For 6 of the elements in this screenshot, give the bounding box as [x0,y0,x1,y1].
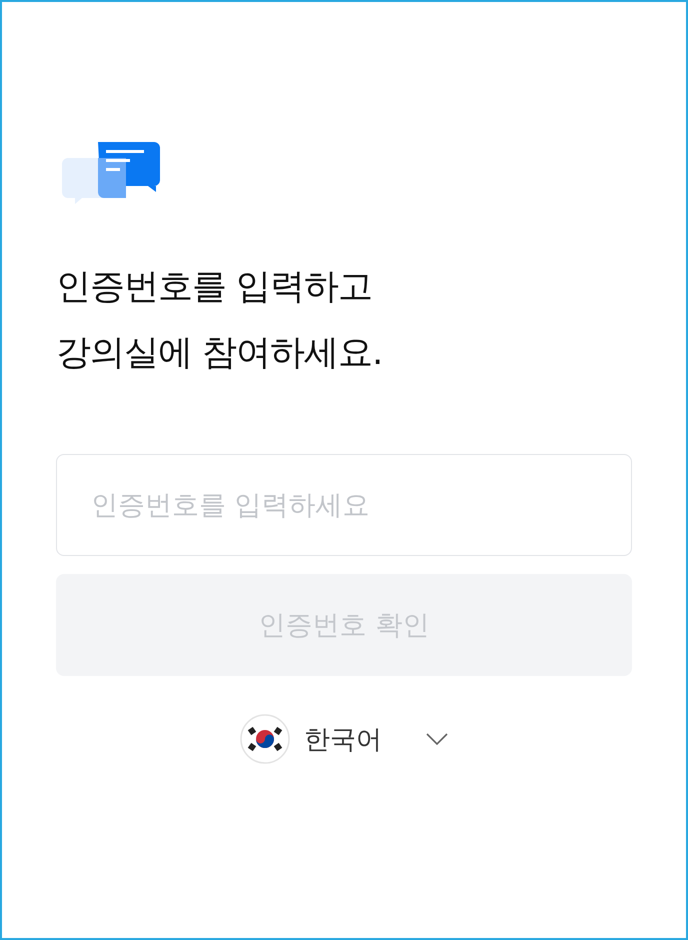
heading-line: 강의실에 참여하세요. [56,332,384,375]
flag-icon [240,714,290,764]
code-input-field[interactable]: 인증번호를 입력하세요 [56,454,632,556]
chevron-down-icon [426,733,448,745]
language-selector[interactable]: 한국어 [240,714,448,764]
heading-line: 인증번호를 입력하고 [56,266,374,309]
